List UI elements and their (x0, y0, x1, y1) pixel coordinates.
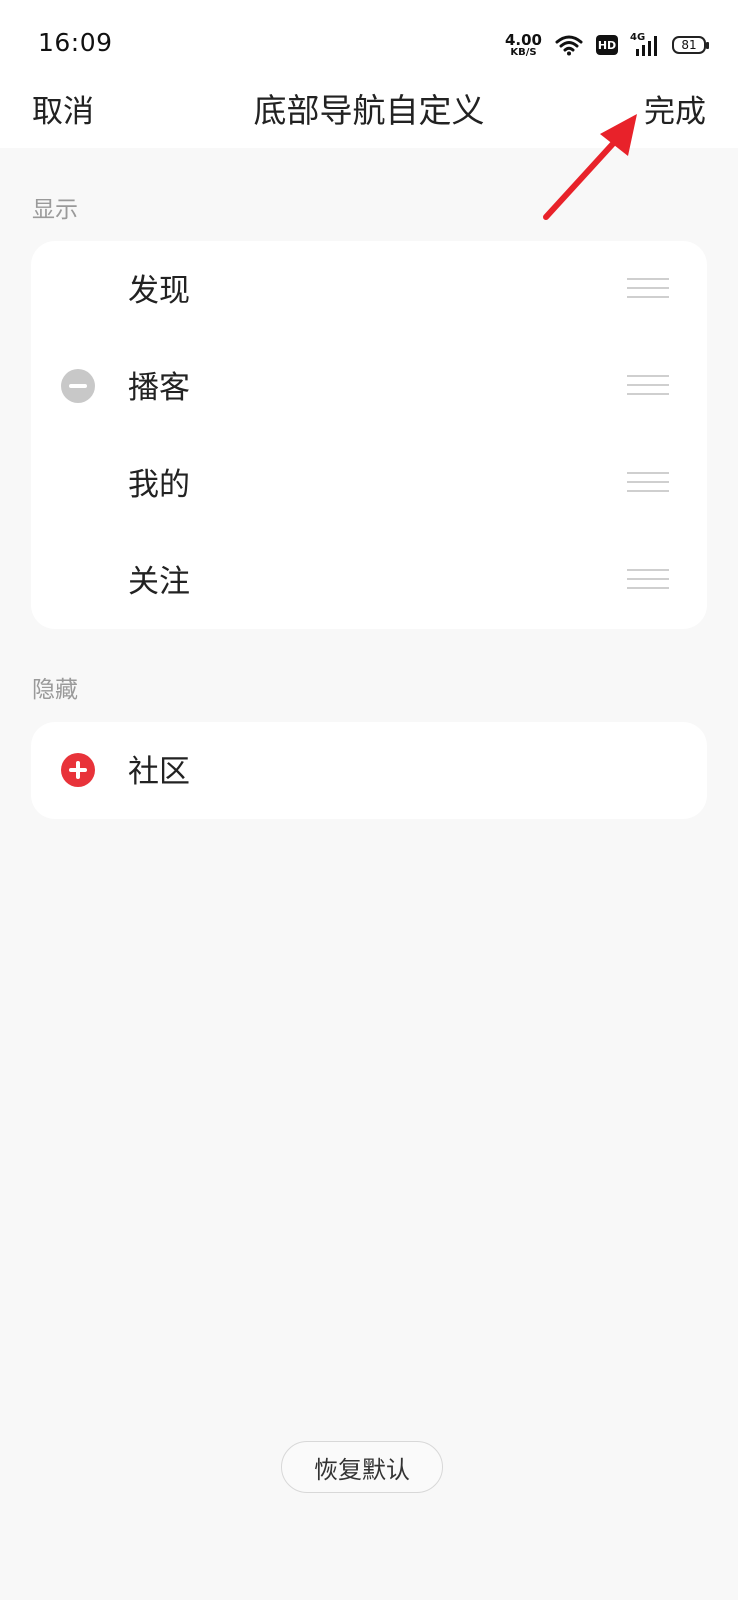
list-item-label: 社区 (128, 754, 190, 790)
list-item-podcast: 播客 (31, 338, 707, 435)
section-shown-label: 显示 (32, 197, 78, 223)
status-bar: 16:09 4.00 KB/S HD 4G 81 (0, 0, 738, 74)
drag-handle-icon[interactable] (627, 472, 669, 496)
wifi-icon (555, 35, 583, 56)
network-speed: 4.00 KB/S (504, 30, 542, 58)
list-item-follow: 关注 (31, 532, 707, 629)
status-time: 16:09 (38, 28, 113, 57)
list-item-community: 社区 (31, 722, 707, 819)
list-item-label: 关注 (128, 564, 190, 600)
status-icons: 4.00 KB/S HD 4G 81 (504, 28, 709, 62)
done-button[interactable]: 完成 (644, 86, 706, 131)
network-speed-value: 4.00 (504, 30, 542, 49)
list-item-label: 发现 (128, 273, 190, 309)
drag-handle-icon[interactable] (627, 278, 669, 302)
annotation-arrow-icon (543, 114, 637, 220)
shown-items-card: 发现 播客 我的 关注 (31, 241, 707, 629)
section-hidden-label: 隐藏 (32, 677, 78, 703)
list-item-label: 我的 (128, 467, 190, 503)
battery-icon: 81 (672, 36, 709, 54)
remove-icon[interactable] (61, 369, 95, 403)
list-item-mine: 我的 (31, 435, 707, 532)
add-icon[interactable] (61, 753, 95, 787)
signal-icon: 4G (630, 32, 660, 58)
list-item-discover: 发现 (31, 241, 707, 338)
restore-default-button[interactable]: 恢复默认 (281, 1441, 443, 1493)
network-speed-unit: KB/S (510, 46, 537, 58)
hd-badge: HD (596, 35, 618, 55)
drag-handle-icon[interactable] (627, 569, 669, 593)
drag-handle-icon[interactable] (627, 375, 669, 399)
hidden-items-card: 社区 (31, 722, 707, 819)
list-item-label: 播客 (128, 370, 190, 406)
